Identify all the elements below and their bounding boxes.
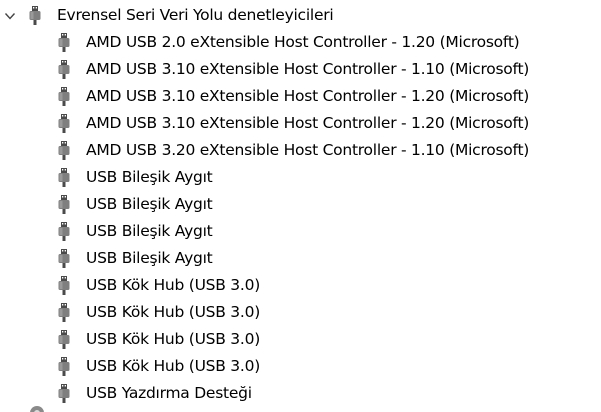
chevron-down-icon[interactable] — [4, 10, 16, 22]
device-label: USB Bileşik Aygıt — [86, 168, 213, 186]
device-item[interactable]: USB Kök Hub (USB 3.0) — [0, 272, 560, 298]
usb-plug-icon — [58, 141, 70, 160]
device-item[interactable]: AMD USB 3.10 eXtensible Host Controller … — [0, 56, 560, 82]
usb-plug-icon — [58, 195, 70, 214]
usb-plug-icon — [58, 276, 70, 295]
usb-plug-icon — [58, 114, 70, 133]
device-label: AMD USB 3.10 eXtensible Host Controller … — [86, 87, 530, 105]
device-label: AMD USB 3.10 eXtensible Host Controller … — [86, 114, 530, 132]
usb-plug-icon — [29, 6, 41, 25]
device-item[interactable]: USB Kök Hub (USB 3.0) — [0, 326, 560, 352]
device-label: USB Yazdırma Desteği — [86, 384, 252, 402]
device-label: AMD USB 3.20 eXtensible Host Controller … — [86, 141, 530, 159]
device-item[interactable]: AMD USB 3.20 eXtensible Host Controller … — [0, 137, 560, 163]
device-label: USB Bileşik Aygıt — [86, 195, 213, 213]
device-label: USB Kök Hub (USB 3.0) — [86, 330, 261, 348]
category-usb-controllers[interactable]: Evrensel Seri Veri Yolu denetleyicileri — [0, 2, 400, 28]
usb-plug-icon — [58, 357, 70, 376]
category-label: Evrensel Seri Veri Yolu denetleyicileri — [57, 6, 334, 24]
device-item[interactable]: USB Bileşik Aygıt — [0, 245, 560, 271]
device-category-icon[interactable] — [28, 404, 46, 412]
device-label: USB Kök Hub (USB 3.0) — [86, 303, 261, 321]
usb-plug-icon — [58, 33, 70, 52]
device-label: USB Kök Hub (USB 3.0) — [86, 276, 261, 294]
device-item[interactable]: USB Kök Hub (USB 3.0) — [0, 299, 560, 325]
device-item[interactable]: USB Bileşik Aygıt — [0, 218, 560, 244]
device-label: AMD USB 2.0 eXtensible Host Controller -… — [86, 33, 520, 51]
device-item[interactable]: USB Yazdırma Desteği — [0, 380, 560, 406]
device-item[interactable]: AMD USB 3.10 eXtensible Host Controller … — [0, 110, 560, 136]
device-item[interactable]: USB Bileşik Aygıt — [0, 191, 560, 217]
device-item[interactable]: USB Bileşik Aygıt — [0, 164, 560, 190]
usb-plug-icon — [58, 60, 70, 79]
usb-plug-icon — [58, 384, 70, 403]
device-item[interactable]: AMD USB 3.10 eXtensible Host Controller … — [0, 83, 560, 109]
device-item[interactable]: USB Kök Hub (USB 3.0) — [0, 353, 560, 379]
device-label: AMD USB 3.10 eXtensible Host Controller … — [86, 60, 530, 78]
usb-plug-icon — [58, 303, 70, 322]
device-tree: Evrensel Seri Veri Yolu denetleyicileri … — [0, 0, 601, 412]
usb-plug-icon — [58, 222, 70, 241]
device-label: USB Kök Hub (USB 3.0) — [86, 357, 261, 375]
usb-plug-icon — [58, 249, 70, 268]
usb-plug-icon — [58, 168, 70, 187]
device-label: USB Bileşik Aygıt — [86, 222, 213, 240]
usb-plug-icon — [58, 87, 70, 106]
usb-plug-icon — [58, 330, 70, 349]
device-item[interactable]: AMD USB 2.0 eXtensible Host Controller -… — [0, 29, 560, 55]
device-label: USB Bileşik Aygıt — [86, 249, 213, 267]
